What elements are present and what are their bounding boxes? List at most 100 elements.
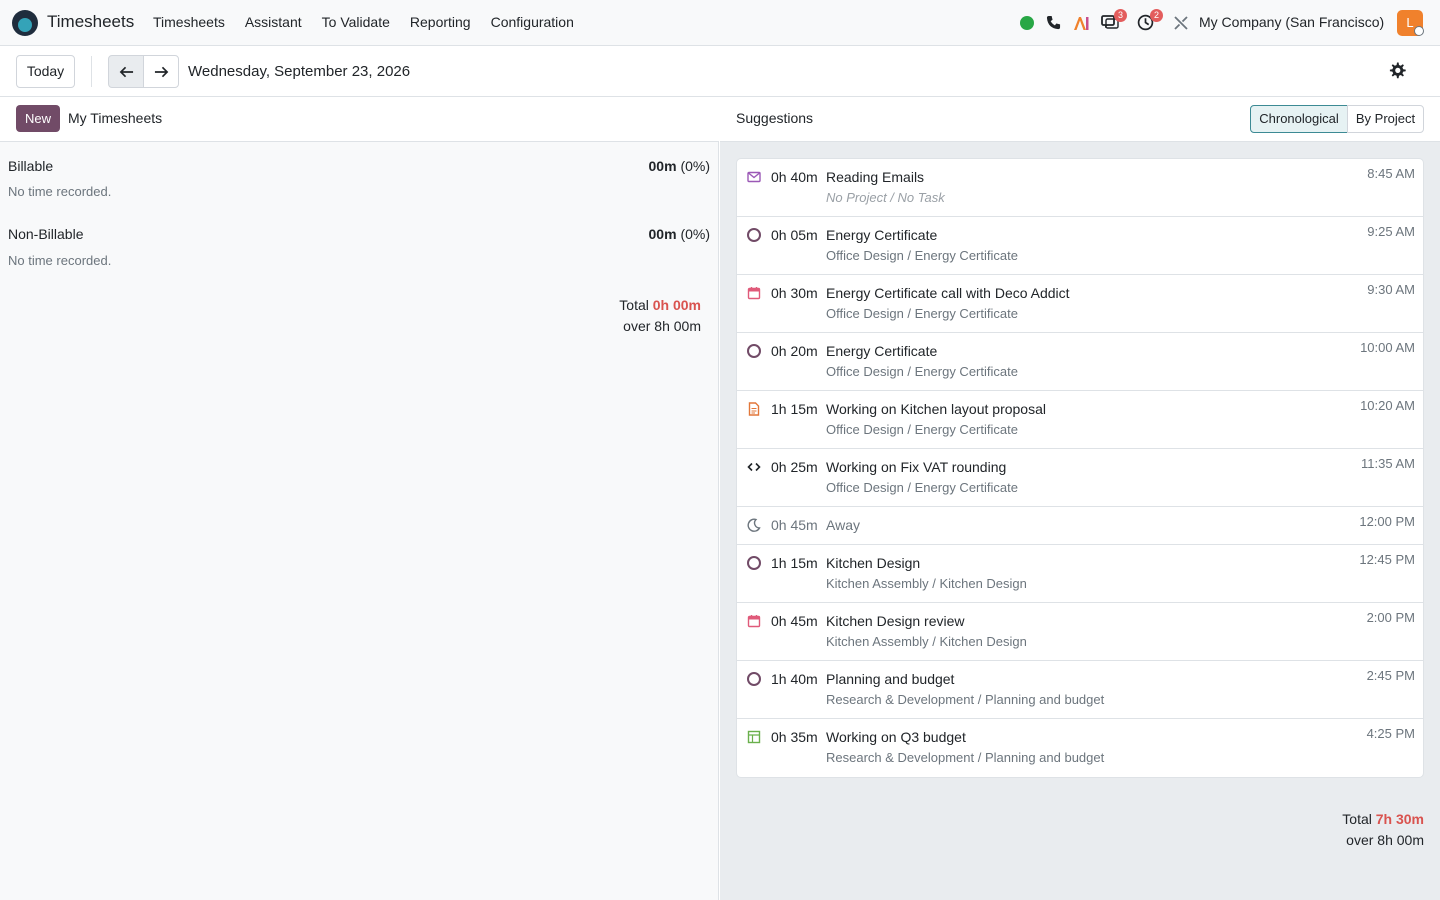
suggestion-item[interactable]: 0h 25m Working on Fix VAT rounding Offic… [737, 449, 1423, 507]
suggestions-list: 0h 40m Reading Emails No Project / No Ta… [736, 158, 1424, 778]
suggestion-subtitle: No Project / No Task [826, 190, 945, 205]
mail-icon [747, 171, 761, 183]
my-timesheets-header: New My Timesheets [0, 97, 719, 142]
suggestion-time: 12:00 PM [1359, 514, 1415, 529]
main-menu: Timesheets Assistant To Validate Reporti… [153, 14, 594, 30]
suggestion-item[interactable]: 0h 20m Energy Certificate Office Design … [737, 333, 1423, 391]
menu-item-reporting[interactable]: Reporting [410, 14, 471, 30]
new-button[interactable]: New [16, 105, 60, 132]
nonbillable-percent: (0%) [680, 226, 710, 242]
app-name[interactable]: Timesheets [47, 12, 134, 32]
menu-item-assistant[interactable]: Assistant [245, 14, 302, 30]
suggestion-duration: 0h 35m [771, 729, 818, 745]
suggestion-item[interactable]: 1h 15m Kitchen Design Kitchen Assembly /… [737, 545, 1423, 603]
suggestion-duration: 1h 15m [771, 555, 818, 571]
suggestions-total: Total 7h 30m over 8h 00m [1342, 809, 1424, 851]
company-switcher[interactable]: My Company (San Francisco) [1199, 14, 1384, 30]
task-circle-icon [747, 228, 761, 242]
suggestion-duration: 0h 20m [771, 343, 818, 359]
menu-item-configuration[interactable]: Configuration [491, 14, 574, 30]
total-value: 0h 00m [652, 297, 701, 313]
suggestion-duration: 0h 30m [771, 285, 818, 301]
suggestion-title: Working on Fix VAT rounding [826, 459, 1007, 475]
left-total: Total 0h 00m over 8h 00m [619, 295, 701, 337]
presence-status-icon[interactable] [1020, 16, 1034, 30]
calendar-icon [747, 287, 761, 300]
suggestion-title: Away [826, 517, 860, 533]
suggestion-time: 9:30 AM [1367, 282, 1415, 297]
top-navbar: Timesheets Timesheets Assistant To Valid… [0, 0, 1440, 46]
document-icon [748, 402, 760, 416]
suggestion-time: 12:45 PM [1359, 552, 1415, 567]
ai-icon[interactable] [1073, 15, 1089, 31]
suggestion-duration: 0h 25m [771, 459, 818, 475]
suggestion-subtitle: Research & Development / Planning and bu… [826, 750, 1105, 765]
nonbillable-value: 00m [648, 226, 677, 242]
suggestion-item[interactable]: 1h 40m Planning and budget Research & De… [737, 661, 1423, 719]
activities-badge: 2 [1150, 9, 1163, 22]
suggestion-duration: 0h 45m [771, 613, 818, 629]
nonbillable-title: Non-Billable [8, 226, 84, 242]
suggestion-subtitle: Office Design / Energy Certificate [826, 306, 1018, 321]
calendar-icon [747, 615, 761, 628]
current-date: Wednesday, September 23, 2026 [188, 63, 411, 80]
billable-title: Billable [8, 158, 54, 174]
view-chronological-button[interactable]: Chronological [1250, 105, 1348, 133]
suggestion-item[interactable]: 0h 35m Working on Q3 budget Research & D… [737, 719, 1423, 777]
suggestion-time: 10:00 AM [1360, 340, 1415, 355]
suggestion-duration: 0h 45m [771, 517, 818, 533]
task-circle-icon [747, 556, 761, 570]
menu-item-timesheets[interactable]: Timesheets [153, 14, 225, 30]
phone-icon[interactable] [1046, 15, 1061, 30]
suggestions-title: Suggestions [736, 110, 814, 126]
next-day-button[interactable] [143, 55, 179, 88]
nonbillable-empty-note: No time recorded. [8, 253, 112, 268]
suggestion-item[interactable]: 0h 45m Kitchen Design review Kitchen Ass… [737, 603, 1423, 661]
suggestion-duration: 1h 40m [771, 671, 818, 687]
suggestion-item[interactable]: 0h 40m Reading Emails No Project / No Ta… [737, 159, 1423, 217]
view-by-project-button[interactable]: By Project [1347, 105, 1424, 133]
suggestion-item[interactable]: 0h 45m Away 12:00 PM [737, 507, 1423, 545]
menu-item-to-validate[interactable]: To Validate [322, 14, 390, 30]
total-target: over 8h 00m [623, 318, 701, 334]
spreadsheet-icon [747, 730, 761, 744]
task-circle-icon [747, 672, 761, 686]
suggestion-item[interactable]: 1h 15m Working on Kitchen layout proposa… [737, 391, 1423, 449]
suggestion-time: 9:25 AM [1367, 224, 1415, 239]
today-button[interactable]: Today [16, 55, 75, 88]
suggestion-title: Kitchen Design [826, 555, 921, 571]
suggestion-title: Energy Certificate [826, 227, 938, 243]
my-timesheets-panel: New My Timesheets Billable 00m (0%) No t… [0, 97, 719, 900]
billable-total: 00m (0%) [649, 158, 710, 174]
debug-tools-icon[interactable] [1173, 15, 1189, 31]
task-circle-icon [747, 344, 761, 358]
divider [91, 56, 92, 87]
arrow-right-icon [154, 66, 169, 78]
total-value: 7h 30m [1375, 811, 1424, 827]
total-label: Total [1342, 811, 1372, 827]
suggestion-subtitle: Office Design / Energy Certificate [826, 480, 1018, 495]
suggestion-subtitle: Kitchen Assembly / Kitchen Design [826, 576, 1027, 591]
suggestion-title: Kitchen Design review [826, 613, 965, 629]
app-logo-icon[interactable] [12, 10, 38, 36]
total-label: Total [619, 297, 649, 313]
suggestions-panel: Suggestions Chronological By Project 0h … [720, 97, 1440, 900]
suggestion-item[interactable]: 0h 05m Energy Certificate Office Design … [737, 217, 1423, 275]
suggestion-time: 10:20 AM [1360, 398, 1415, 413]
suggestion-subtitle: Office Design / Energy Certificate [826, 248, 1018, 263]
moon-icon [747, 518, 761, 532]
billable-value: 00m [648, 158, 677, 174]
suggestion-title: Planning and budget [826, 671, 955, 687]
suggestion-duration: 0h 40m [771, 169, 818, 185]
control-panel: Today Wednesday, September 23, 2026 [0, 46, 1440, 97]
suggestion-subtitle: Kitchen Assembly / Kitchen Design [826, 634, 1027, 649]
suggestion-duration: 1h 15m [771, 401, 818, 417]
suggestion-item[interactable]: 0h 30m Energy Certificate call with Deco… [737, 275, 1423, 333]
suggestion-title: Energy Certificate [826, 343, 938, 359]
my-timesheets-title: My Timesheets [68, 110, 163, 126]
suggestion-time: 11:35 AM [1361, 456, 1415, 471]
suggestions-header: Suggestions Chronological By Project [720, 97, 1440, 142]
suggestion-time: 8:45 AM [1367, 166, 1415, 181]
settings-gear-icon[interactable] [1387, 61, 1407, 81]
previous-day-button[interactable] [108, 55, 144, 88]
